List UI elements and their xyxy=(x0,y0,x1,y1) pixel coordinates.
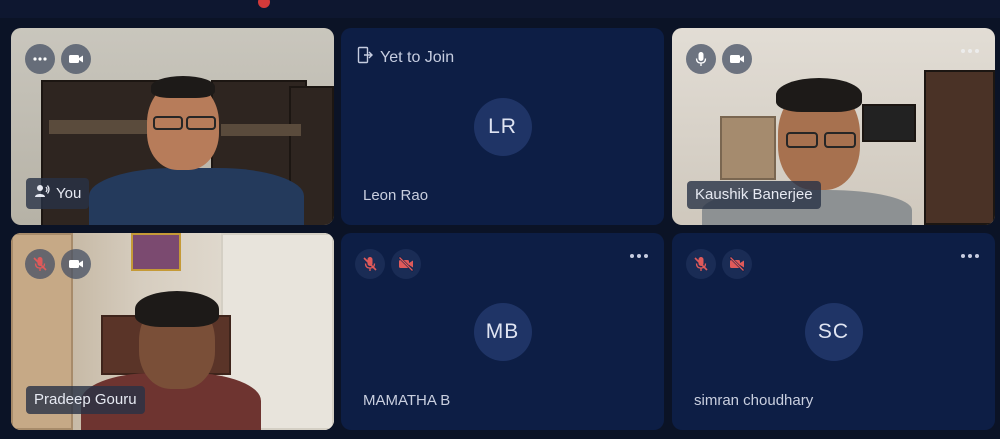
participant-name: Pradeep Gouru xyxy=(34,391,137,408)
participant-tile-leon-rao[interactable]: Yet to Join LR Leon Rao xyxy=(341,28,664,225)
participant-name: simran choudhary xyxy=(694,392,814,409)
microphone-icon[interactable] xyxy=(686,44,716,74)
tile-controls xyxy=(686,44,752,74)
camera-off-icon[interactable] xyxy=(722,249,752,279)
tile-controls xyxy=(25,44,91,74)
participant-tile-simran-choudhary[interactable]: SC simran choudhary xyxy=(672,233,995,430)
audio-level-icon[interactable] xyxy=(25,44,55,74)
tile-controls xyxy=(686,249,752,279)
participant-name: You xyxy=(56,184,82,202)
participant-name-tag: Pradeep Gouru xyxy=(26,386,145,414)
recording-indicator xyxy=(258,0,270,8)
microphone-muted-icon[interactable] xyxy=(355,249,385,279)
participant-name-tag: You xyxy=(26,178,90,209)
status-text: Yet to Join xyxy=(380,49,455,66)
participant-name-tag: simran choudhary xyxy=(694,392,813,410)
tile-controls xyxy=(25,249,91,279)
avatar: SC xyxy=(804,302,863,361)
participant-tile-pradeep-gouru[interactable]: Pradeep Gouru xyxy=(11,233,334,430)
camera-icon[interactable] xyxy=(722,44,752,74)
camera-icon[interactable] xyxy=(61,249,91,279)
participant-name: Kaushik Banerjee xyxy=(695,186,813,203)
camera-off-icon[interactable] xyxy=(391,249,421,279)
participant-name: MAMATHA B xyxy=(363,392,451,409)
join-status: Yet to Join xyxy=(357,46,454,70)
more-options-icon[interactable] xyxy=(957,44,983,58)
microphone-muted-icon[interactable] xyxy=(686,249,716,279)
participant-name: Leon Rao xyxy=(363,187,429,204)
participant-tile-kaushik-banerjee[interactable]: Kaushik Banerjee xyxy=(672,28,995,225)
participant-name-tag: Kaushik Banerjee xyxy=(687,181,821,209)
more-options-icon[interactable] xyxy=(626,249,652,263)
microphone-muted-icon[interactable] xyxy=(25,249,55,279)
camera-icon[interactable] xyxy=(61,44,91,74)
avatar: MB xyxy=(473,302,532,361)
exit-door-icon xyxy=(357,46,373,70)
participant-tile-you[interactable]: You xyxy=(11,28,334,225)
tile-controls xyxy=(355,249,421,279)
participant-tile-mamatha-b[interactable]: MB MAMATHA B xyxy=(341,233,664,430)
participant-grid: You Yet to Join LR Leon Rao Kaushik Bane… xyxy=(0,18,1000,439)
more-options-icon[interactable] xyxy=(957,249,983,263)
participant-name-tag: MAMATHA B xyxy=(363,392,450,410)
avatar: LR xyxy=(473,97,532,156)
speaker-icon xyxy=(34,183,50,204)
participant-name-tag: Leon Rao xyxy=(363,187,428,205)
top-bar xyxy=(0,0,1000,18)
